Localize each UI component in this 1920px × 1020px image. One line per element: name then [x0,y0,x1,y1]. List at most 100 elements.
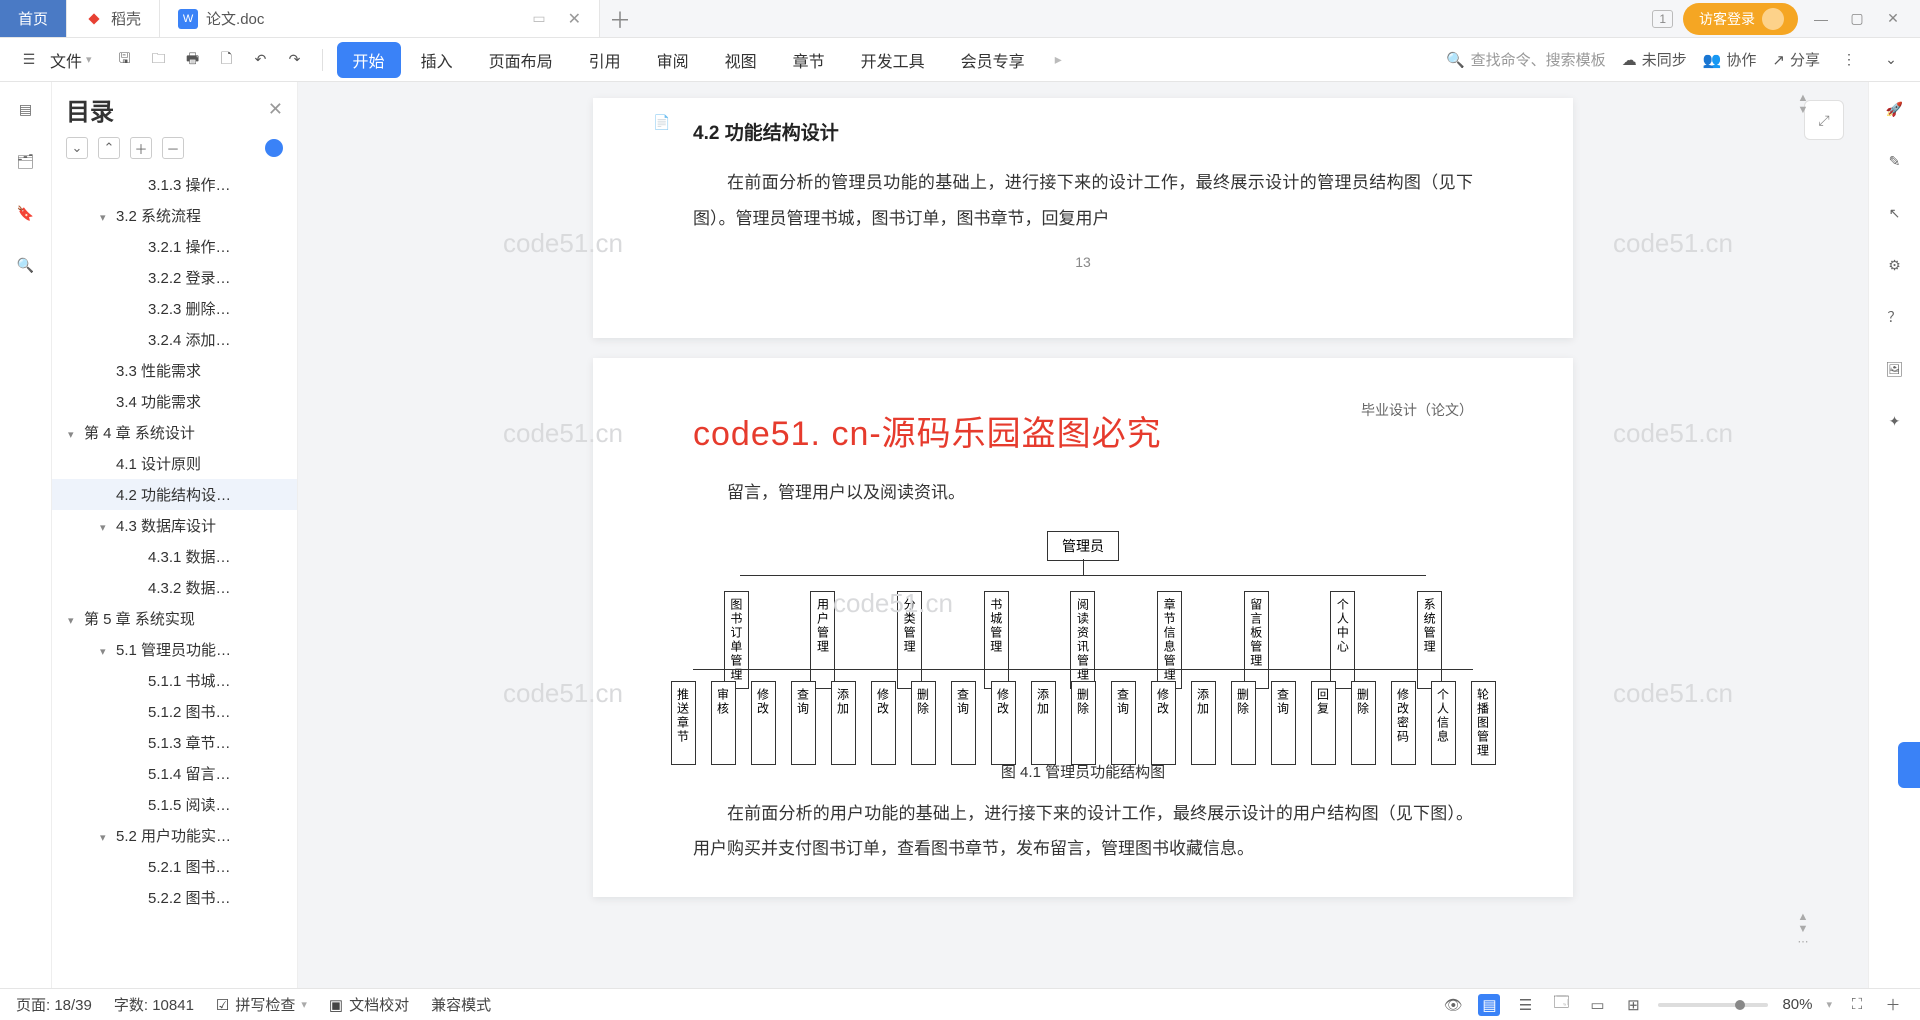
outline-item[interactable]: ▾4.3 数据库设计 [52,510,297,541]
add-icon[interactable]: ＋ [1882,994,1904,1016]
outline-item[interactable]: 3.3 性能需求 [52,355,297,386]
tab-daoke[interactable]: ⬥ 稻壳 [67,0,160,37]
collapse-all-icon[interactable]: ⌄ [66,137,88,159]
tab-close-icon[interactable]: ✕ [568,9,581,29]
outline-item[interactable]: ▾3.2 系统流程 [52,200,297,231]
spell-check[interactable]: ☑拼写检查▾ [216,994,307,1015]
search-box[interactable]: 🔍 查找命令、搜索模板 [1446,49,1606,70]
login-button[interactable]: 访客登录 [1683,3,1798,35]
document-canvas[interactable]: ⤢ 📄 4.2 功能结构设计 在前面分析的管理员功能的基础上，进行接下来的设计工… [298,82,1868,988]
outline-sync-icon[interactable] [265,139,283,157]
scroll-top-hint[interactable]: ▲▼ [1794,92,1812,116]
ribbon-tab-8[interactable]: 会员专享 [945,42,1041,78]
page-indicator[interactable]: 页面: 18/39 [16,994,92,1015]
read-view-icon[interactable]: ▭ [1586,994,1608,1016]
ribbon-more-icon[interactable]: ▸ [1055,51,1062,68]
grid-view-icon[interactable]: ⊞ [1622,994,1644,1016]
watermark: code51.cn [1613,228,1733,259]
ribbon-tab-3[interactable]: 引用 [573,42,637,78]
outline-item[interactable]: ▾第 4 章 系统设计 [52,417,297,448]
tab-home[interactable]: 首页 [0,0,67,37]
tab-menu-icon[interactable]: ▭ [532,10,545,27]
cursor-icon[interactable]: ↖ [1882,200,1908,226]
preview-icon[interactable]: 🗋 [214,47,240,73]
add-heading-icon[interactable]: ＋ [130,137,152,159]
outline-item[interactable]: ▾5.2 用户功能实… [52,820,297,851]
page-view-icon[interactable]: ▤ [1478,994,1500,1016]
tab-document[interactable]: W 论文.doc ▭ ✕ [160,0,600,37]
left-rail: ▤ 🗂 🔖 🔍 [0,82,52,988]
new-tab-button[interactable]: ＋ [600,0,640,37]
web-view-icon[interactable]: 🗔 [1550,994,1572,1016]
outline-item[interactable]: 3.1.3 操作… [52,169,297,200]
close-button[interactable]: ✕ [1880,6,1906,32]
collapse-ribbon-icon[interactable]: ⌄ [1878,47,1904,73]
side-tab[interactable] [1898,742,1920,788]
outline-item[interactable]: 3.2.1 操作… [52,231,297,262]
help-icon[interactable]: ？ [1882,304,1908,330]
maximize-button[interactable]: ▢ [1844,6,1870,32]
outline-item[interactable]: 5.1.5 阅读… [52,789,297,820]
collab-button[interactable]: 👥协作 [1703,49,1757,70]
outline-item[interactable]: 5.2.2 图书… [52,882,297,913]
sync-button[interactable]: ☁未同步 [1622,49,1687,70]
save-as-icon[interactable]: 🗀 [146,47,172,73]
find-icon[interactable]: 🔍 [13,252,39,278]
ribbon-tab-6[interactable]: 章节 [777,42,841,78]
notification-badge[interactable]: 1 [1652,10,1673,28]
pencil-icon[interactable]: ✎ [1882,148,1908,174]
outline-close-icon[interactable]: ✕ [268,99,283,120]
undo-icon[interactable]: ↶ [248,47,274,73]
outline-item[interactable]: 5.1.1 书城… [52,665,297,696]
photo-icon[interactable]: 🖼 [1882,356,1908,382]
outline-item[interactable]: 5.2.1 图书… [52,851,297,882]
toolbox-icon[interactable]: 🗂 [13,148,39,174]
save-icon[interactable]: 🖫 [112,47,138,73]
outline-icon[interactable]: ▤ [13,96,39,122]
outline-item[interactable]: 3.2.4 添加… [52,324,297,355]
zoom-slider[interactable] [1658,1003,1768,1007]
chevron-down-icon: ▾ [86,53,92,66]
zoom-value[interactable]: 80% [1782,996,1812,1013]
print-icon[interactable]: 🖶 [180,47,206,73]
outline-item[interactable]: 4.3.1 数据… [52,541,297,572]
minimize-button[interactable]: — [1808,6,1834,32]
ribbon-tab-0[interactable]: 开始 [337,42,401,78]
share-button[interactable]: ↗分享 [1772,49,1820,70]
ribbon-tab-7[interactable]: 开发工具 [845,42,941,78]
settings-icon[interactable]: ⚙ [1882,252,1908,278]
ribbon-tab-2[interactable]: 页面布局 [473,42,569,78]
ribbon-tab-4[interactable]: 审阅 [641,42,705,78]
outline-item[interactable]: 4.3.2 数据… [52,572,297,603]
file-menu[interactable]: 文件 ▾ [50,48,92,72]
outline-item[interactable]: 5.1.2 图书… [52,696,297,727]
eye-icon[interactable]: 👁 [1442,994,1464,1016]
bookmark-icon[interactable]: 🔖 [13,200,39,226]
outline-item[interactable]: 3.2.2 登录… [52,262,297,293]
outline-item[interactable]: ▾5.1 管理员功能… [52,634,297,665]
outline-view-icon[interactable]: ☰ [1514,994,1536,1016]
ribbon-tab-5[interactable]: 视图 [709,42,773,78]
sparkle-icon[interactable]: ✦ [1882,408,1908,434]
check-icon: ☑ [216,996,229,1014]
outline-item[interactable]: 4.2 功能结构设… [52,479,297,510]
rocket-icon[interactable]: 🚀 [1882,96,1908,122]
expand-all-icon[interactable]: ⌃ [98,137,120,159]
word-count[interactable]: 字数: 10841 [114,994,194,1015]
compat-mode[interactable]: 兼容模式 [431,994,491,1015]
outline-item[interactable]: 5.1.4 留言… [52,758,297,789]
proofread[interactable]: ▣文档校对 [329,994,409,1015]
remove-heading-icon[interactable]: － [162,137,184,159]
outline-item[interactable]: ▾第 5 章 系统实现 [52,603,297,634]
hamburger-icon[interactable]: ☰ [16,47,42,73]
outline-item[interactable]: 3.4 功能需求 [52,386,297,417]
ribbon-tab-1[interactable]: 插入 [405,42,469,78]
outline-item[interactable]: 4.1 设计原则 [52,448,297,479]
outline-item[interactable]: 5.1.3 章节… [52,727,297,758]
zoom-menu-icon[interactable]: ▾ [1826,998,1832,1011]
redo-icon[interactable]: ↷ [282,47,308,73]
scroll-bottom-hint[interactable]: ▲▼⋯ [1794,911,1812,948]
outline-item[interactable]: 3.2.3 删除… [52,293,297,324]
fullscreen-icon[interactable]: ⛶ [1846,994,1868,1016]
more-icon[interactable]: ⋮ [1836,47,1862,73]
